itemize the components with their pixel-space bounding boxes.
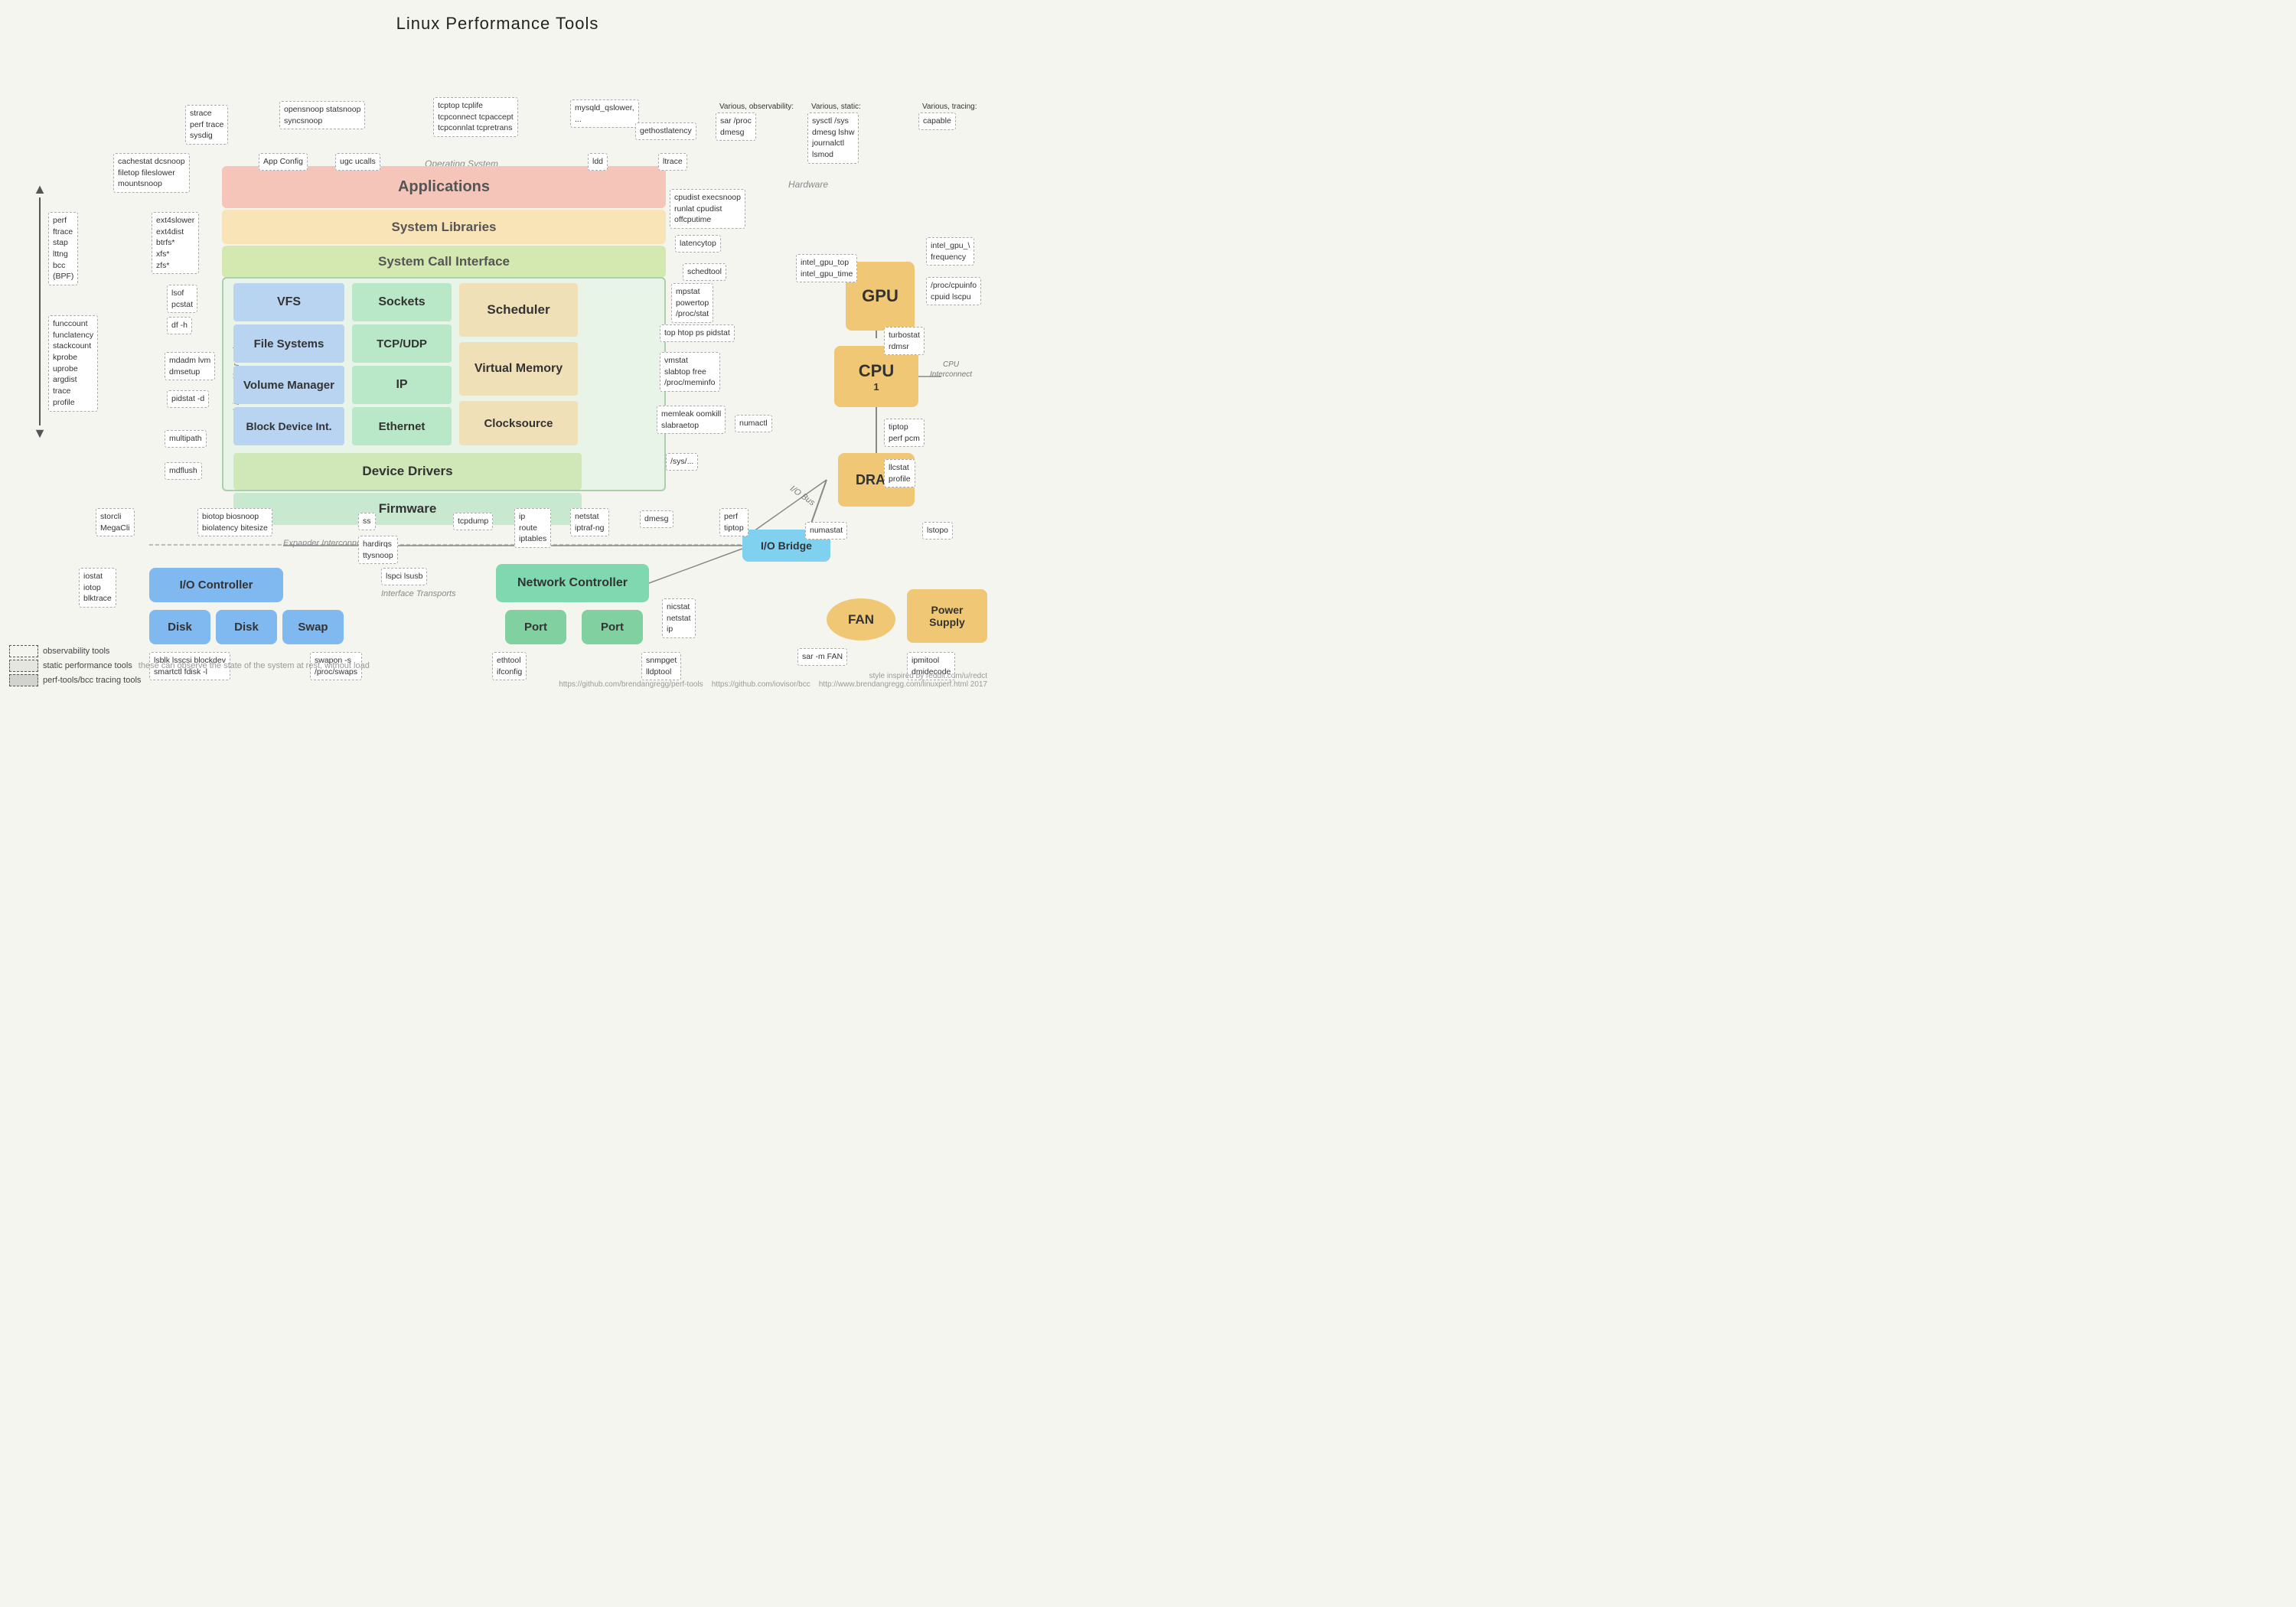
- tool-cpudist: cpudist execsnoop runlat cpudist offcput…: [670, 189, 745, 229]
- tool-gethostlatency: gethostlatency: [635, 122, 696, 140]
- tool-ext4slower: ext4slower ext4dist btrfs* xfs* zfs*: [152, 212, 199, 274]
- tool-llcstat: llcstat profile: [884, 459, 915, 487]
- tool-sar-proc: sar /proc dmesg: [716, 112, 756, 141]
- tool-tcptop: tcptop tcplife tcpconnect tcpaccept tcpc…: [433, 97, 518, 137]
- tool-capable: capable: [918, 112, 956, 130]
- tool-lsof: lsof pcstat: [167, 285, 197, 313]
- diagram: Operating System Hardware Applications S…: [0, 40, 995, 698]
- legend-static: static performance tools these can obser…: [9, 660, 370, 672]
- box-tcpudp: TCP/UDP: [352, 324, 452, 363]
- tool-tiptop: tiptop perf pcm: [884, 419, 925, 447]
- box-sockets: Sockets: [352, 283, 452, 321]
- legend-bcc-label: perf-tools/bcc tracing tools: [43, 676, 141, 685]
- tool-cachestat: cachestat dcsnoop filetop fileslower mou…: [113, 153, 190, 193]
- tool-turbostat: turbostat rdmsr: [884, 327, 925, 355]
- legend-box-bcc: [9, 674, 38, 686]
- tool-schedtool: schedtool: [683, 263, 726, 281]
- tool-sys: /sys/...: [666, 453, 698, 471]
- box-iocontroller: I/O Controller: [149, 568, 283, 602]
- tool-ltrace: ltrace: [658, 153, 687, 171]
- box-swap: Swap: [282, 610, 344, 644]
- legend-bcc: perf-tools/bcc tracing tools: [9, 674, 370, 686]
- tool-perf-tiptop: perf tiptop: [719, 508, 748, 536]
- tool-numactl: numactl: [735, 415, 772, 432]
- observability-arrow: [31, 181, 49, 442]
- tool-appconfig: App Config: [259, 153, 308, 171]
- box-disk1: Disk: [149, 610, 210, 644]
- box-volmgr: Volume Manager: [233, 366, 344, 404]
- tool-vmstat: vmstat slabtop free /proc/meminfo: [660, 352, 720, 392]
- layer-syscall: System Call Interface: [222, 246, 666, 278]
- tool-storcli: storcli MegaCli: [96, 508, 135, 536]
- box-disk2: Disk: [216, 610, 277, 644]
- footer-urls: https://github.com/brendangregg/perf-too…: [559, 680, 987, 689]
- box-virtmem: Virtual Memory: [459, 342, 578, 396]
- box-netcontroller: Network Controller: [496, 564, 649, 602]
- tool-sysctl: sysctl /sys dmesg lshw journalctl lsmod: [807, 112, 859, 164]
- box-port1: Port: [505, 610, 566, 644]
- tool-latencytop: latencytop: [675, 235, 721, 253]
- tool-strace: strace perf trace sysdig: [185, 105, 228, 145]
- tool-df: df -h: [167, 317, 192, 334]
- tool-ethtool: ethtool ifconfig: [492, 652, 527, 680]
- tool-intel-gpu-freq: intel_gpu_\ frequency: [926, 237, 974, 266]
- box-ethernet: Ethernet: [352, 407, 452, 445]
- box-filesys: File Systems: [233, 324, 344, 363]
- tool-numastat: numastat: [805, 522, 847, 539]
- legend-box-obs: [9, 645, 38, 657]
- tool-memleak: memleak oomkill slabraetop: [657, 406, 726, 434]
- tool-ugcucalls: ugc ucalls: [335, 153, 380, 171]
- footer-style: style inspired by reddit.com/u/redct: [559, 672, 987, 680]
- box-fan: FAN: [827, 598, 895, 641]
- tool-funccount: funccount funclatency stackcount kprobe …: [48, 315, 98, 412]
- box-clocksource: Clocksource: [459, 401, 578, 445]
- io-bus-label: I/O Bus: [788, 484, 817, 508]
- layer-applications: Applications: [222, 166, 666, 208]
- box-ip: IP: [352, 366, 452, 404]
- tool-hardirqs: hardirqs ttysnoop: [358, 536, 398, 564]
- tool-mpstat: mpstat powertop /proc/stat: [671, 283, 713, 323]
- tool-lstopo: lstopo: [922, 522, 953, 539]
- tool-top: top htop ps pidstat: [660, 324, 735, 342]
- tool-ldd: ldd: [588, 153, 608, 171]
- page-title: Linux Performance Tools: [0, 0, 995, 40]
- tool-lspci: lspci lsusb: [381, 568, 427, 585]
- legend-static-desc: these can observe the state of the syste…: [139, 661, 370, 670]
- tool-intel-gpu-top: intel_gpu_top intel_gpu_time: [796, 254, 857, 282]
- tool-proc-cpuinfo: /proc/cpuinfo cpuid lscpu: [926, 277, 981, 305]
- box-devdrivers: Device Drivers: [233, 453, 582, 490]
- tool-dmesg: dmesg: [640, 510, 673, 528]
- tool-ss: ss: [358, 513, 376, 530]
- tool-nicstat: nicstat netstat ip: [662, 598, 696, 638]
- box-powersupply: Power Supply: [907, 589, 987, 643]
- layer-syslibs: System Libraries: [222, 210, 666, 244]
- cpu-interconnect-label: CPUInterconnect: [930, 360, 972, 380]
- expander-label: Expander Interconnect: [283, 539, 368, 548]
- legend-static-label: static performance tools: [43, 661, 132, 670]
- box-blockdev: Block Device Int.: [233, 407, 344, 445]
- tool-mysqld: mysqld_qslower, ...: [570, 99, 639, 128]
- tool-opensnoop: opensnoop statsnoop syncsnoop: [279, 101, 365, 129]
- tool-mdflush: mdflush: [165, 462, 202, 480]
- tool-biotop: biotop biosnoop biolatency bitesize: [197, 508, 272, 536]
- tool-tcpdump: tcpdump: [453, 513, 493, 530]
- tool-mdadm: mdadm lvm dmsetup: [165, 352, 215, 380]
- tool-pidstat: pidstat -d: [167, 390, 209, 408]
- hw-label: Hardware: [788, 179, 828, 190]
- legend-obs-label: observability tools: [43, 647, 109, 656]
- tool-multipath: multipath: [165, 430, 207, 448]
- interface-label: Interface Transports: [381, 589, 456, 598]
- box-port2: Port: [582, 610, 643, 644]
- tool-perf-ftrace: perf ftrace stap lttng bcc (BPF): [48, 212, 78, 285]
- legend-box-static: [9, 660, 38, 672]
- box-scheduler: Scheduler: [459, 283, 578, 337]
- tool-iostat: iostat iotop blktrace: [79, 568, 116, 608]
- tool-netstat: netstat iptraf-ng: [570, 508, 609, 536]
- legend: observability tools static performance t…: [9, 645, 370, 689]
- tool-sar-fan: sar -m FAN: [797, 648, 847, 666]
- footer: style inspired by reddit.com/u/redct htt…: [559, 672, 987, 689]
- box-vfs: VFS: [233, 283, 344, 321]
- legend-obs: observability tools: [9, 645, 370, 657]
- tool-ip: ip route iptables: [514, 508, 551, 548]
